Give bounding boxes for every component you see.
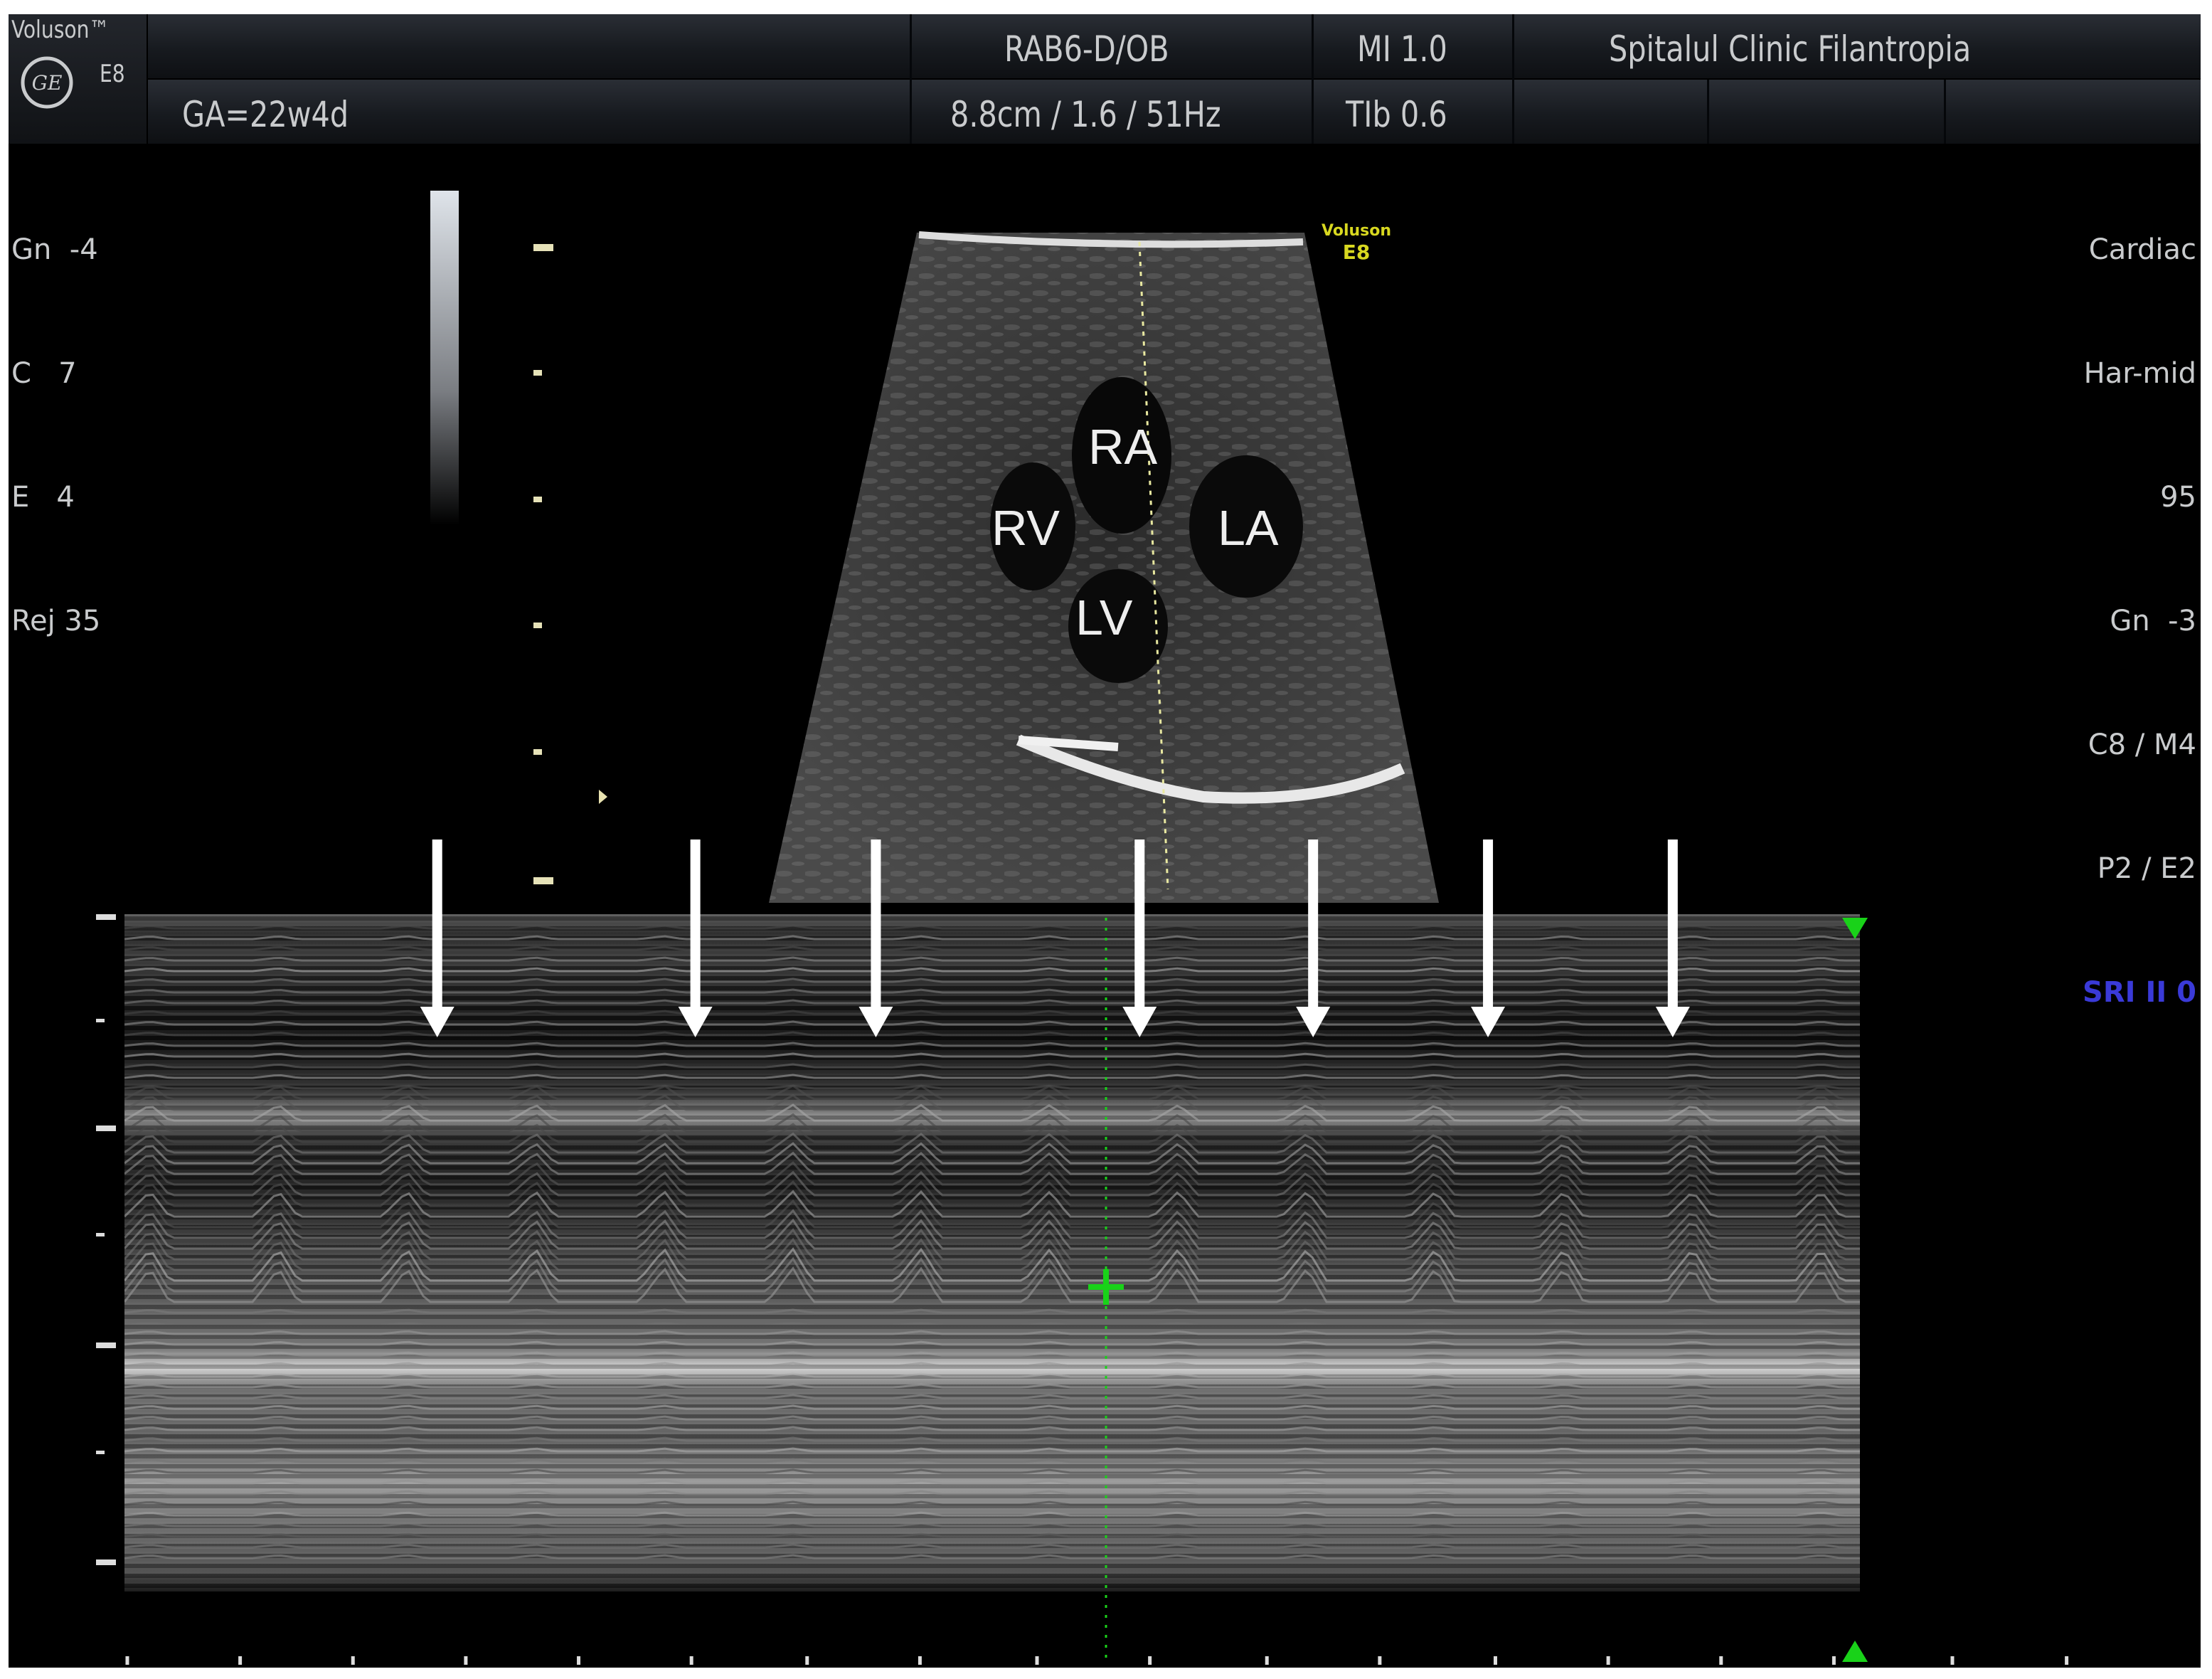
m-mode-depth-tick — [96, 1019, 105, 1022]
time-tick — [1832, 1656, 1836, 1665]
arrow-down-icon — [858, 840, 893, 1037]
time-tick — [1265, 1656, 1269, 1665]
time-tick — [1494, 1656, 1497, 1665]
m-mode-depth-tick — [96, 1125, 116, 1131]
time-tick — [1607, 1656, 1610, 1665]
time-tick — [1036, 1656, 1039, 1665]
triangle-down-marker-icon[interactable] — [1842, 918, 1868, 939]
time-tick — [351, 1656, 355, 1665]
time-tick — [125, 1656, 129, 1665]
crosshair-icon[interactable] — [1088, 1269, 1124, 1305]
m-mode-depth-tick — [96, 1342, 116, 1348]
arrow-down-icon — [679, 840, 713, 1037]
arrow-down-icon — [420, 840, 454, 1037]
ultrasound-screen: Voluson™ GE E8 RAB6-D/OB MI 1.0 Spitalul… — [9, 14, 2201, 1668]
time-tick — [805, 1656, 809, 1665]
arrow-down-icon — [1122, 840, 1156, 1037]
arrow-down-icon — [1296, 840, 1330, 1037]
time-tick — [464, 1656, 467, 1665]
m-mode-depth-tick — [96, 1559, 116, 1565]
time-tick — [918, 1656, 922, 1665]
m-mode-depth-tick — [96, 1233, 105, 1236]
overlay-annotations — [9, 14, 2201, 1668]
time-tick — [1950, 1656, 1954, 1665]
m-mode-depth-tick — [96, 1451, 105, 1454]
triangle-up-marker-icon[interactable] — [1842, 1641, 1868, 1662]
time-tick — [690, 1656, 693, 1665]
arrow-down-icon — [1471, 840, 1505, 1037]
time-tick — [2065, 1656, 2068, 1665]
m-mode-depth-tick — [96, 914, 116, 920]
time-tick — [1719, 1656, 1723, 1665]
time-tick — [577, 1656, 580, 1665]
time-tick — [1378, 1656, 1381, 1665]
time-tick — [1148, 1656, 1152, 1665]
time-tick — [238, 1656, 242, 1665]
arrow-down-icon — [1656, 840, 1690, 1037]
